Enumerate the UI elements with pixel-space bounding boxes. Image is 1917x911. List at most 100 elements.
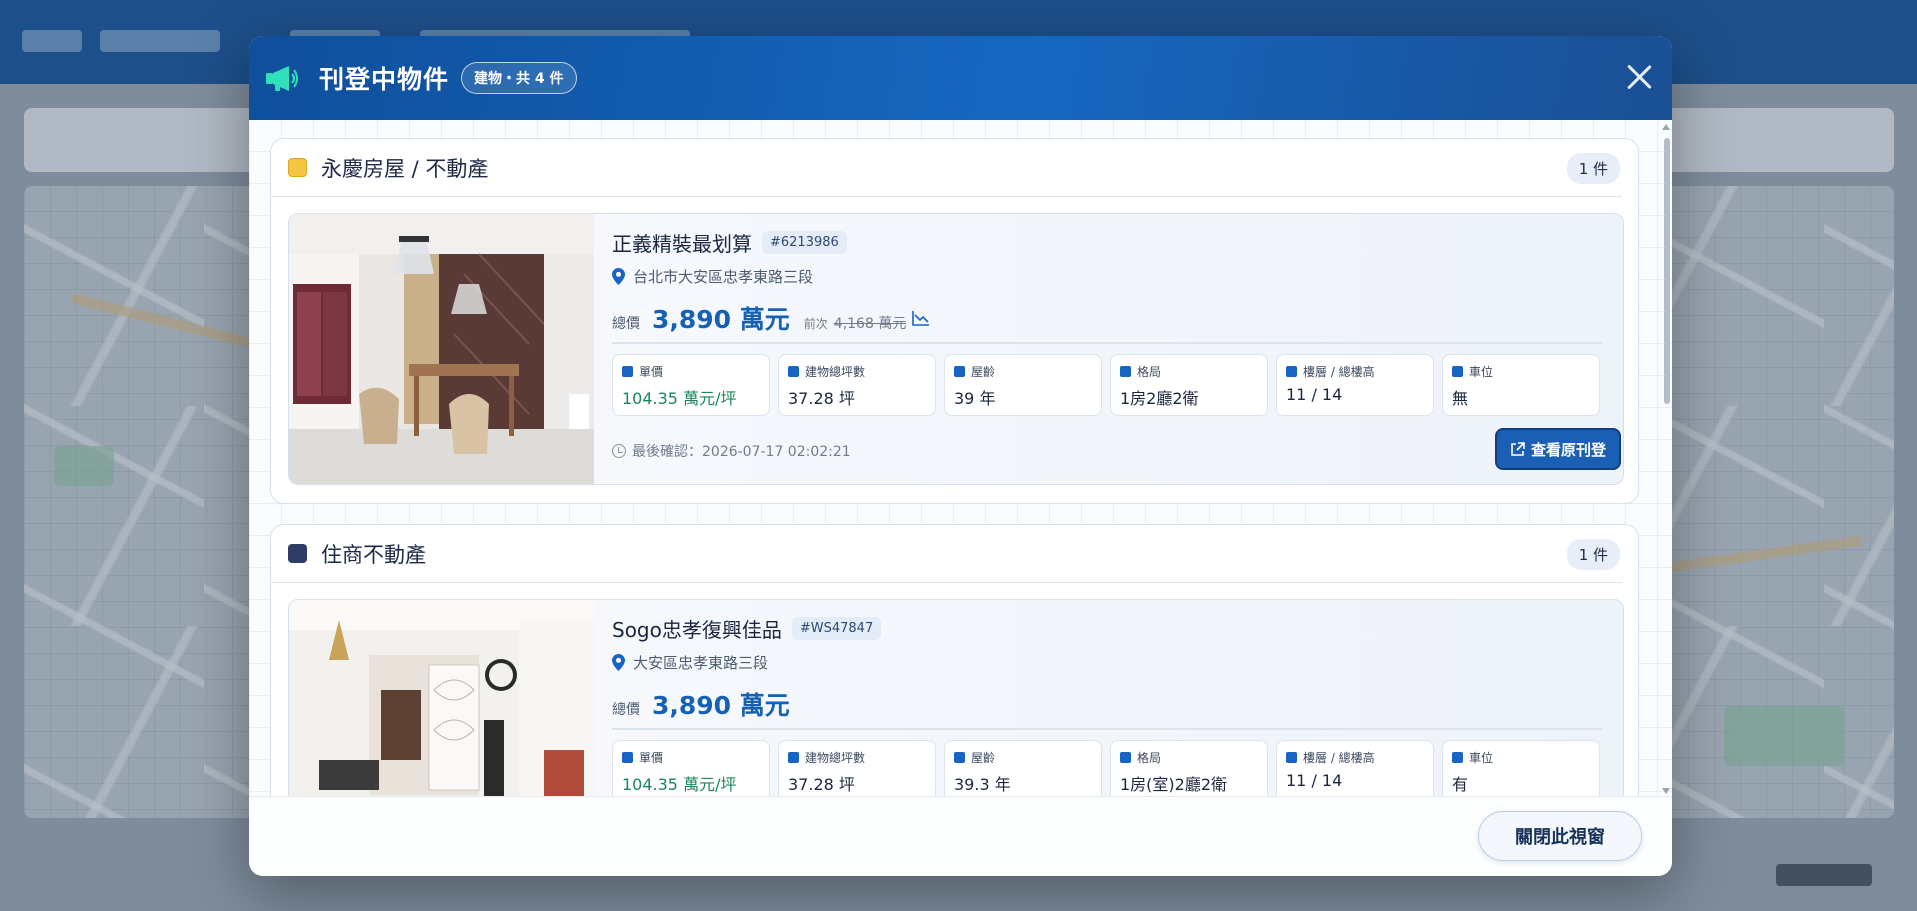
spec-value: 無 bbox=[1452, 389, 1469, 408]
total-price: 3,890 萬元 bbox=[652, 305, 790, 334]
listing-id-badge: #WS47847 bbox=[791, 617, 882, 640]
listing-title[interactable]: 正義精裝最划算 bbox=[612, 228, 752, 257]
spec-label: 車位 bbox=[1469, 750, 1494, 765]
last-confirmed: 最後確認：2026-07-17 02:02:21 bbox=[612, 441, 851, 461]
spec-grid: 單價 104.35 萬元/坪 建物總坪數 37.28 坪 屋齡 39.3 年 格… bbox=[612, 740, 1600, 796]
divider bbox=[612, 728, 1602, 730]
background-chip bbox=[1776, 864, 1872, 886]
listing-card[interactable]: 正義精裝最划算 #6213986 台北市大安區忠孝東路三段 總價 3,890 萬… bbox=[288, 213, 1624, 485]
spec-parking: 車位 有 bbox=[1442, 740, 1600, 796]
spec-value: 有 bbox=[1452, 775, 1469, 794]
group-header: 住商不動產 bbox=[271, 525, 1622, 583]
total-price: 3,890 萬元 bbox=[652, 691, 790, 720]
listing-photo[interactable] bbox=[289, 214, 594, 485]
price-label: 總價 bbox=[612, 316, 640, 332]
spec-layout: 格局 1房(室)2廳2衛 bbox=[1110, 740, 1268, 796]
group-name: 永慶房屋 / 不動產 bbox=[321, 156, 489, 181]
spec-unit-price: 單價 104.35 萬元/坪 bbox=[612, 740, 770, 796]
group-count-badge: 1 件 bbox=[1566, 539, 1620, 570]
view-original-listing-button[interactable]: 查看原刊登 bbox=[1495, 428, 1621, 470]
close-icon[interactable] bbox=[1624, 62, 1654, 92]
modal-body[interactable]: 永慶房屋 / 不動產 1 件 正義精裝最划算 #6213986 台北市大安區忠孝… bbox=[249, 120, 1672, 796]
location-pin-icon bbox=[612, 268, 625, 285]
spec-label: 車位 bbox=[1469, 364, 1494, 379]
external-link-icon bbox=[1511, 441, 1525, 456]
location-pin-icon bbox=[612, 654, 625, 671]
spec-value: 11 / 14 bbox=[1286, 385, 1343, 404]
grid-icon bbox=[1120, 365, 1131, 377]
spec-floor: 樓層 / 總樓高 11 / 14 bbox=[1276, 354, 1434, 416]
area-icon bbox=[788, 751, 799, 763]
group-name: 住商不動產 bbox=[321, 542, 426, 567]
layers-icon bbox=[1286, 365, 1297, 377]
hourglass-icon bbox=[954, 365, 965, 377]
total-count-badge: 建物・共 4 件 bbox=[461, 62, 577, 94]
grid-icon bbox=[1120, 751, 1131, 763]
spec-label: 屋齡 bbox=[971, 364, 996, 379]
group-count-badge: 1 件 bbox=[1566, 153, 1620, 184]
price-trend-down-icon bbox=[912, 311, 930, 326]
spec-label: 建物總坪數 bbox=[805, 364, 866, 379]
car-icon bbox=[1452, 751, 1463, 763]
spec-value: 39.3 年 bbox=[954, 775, 1011, 794]
group-color-swatch bbox=[288, 544, 307, 563]
spec-label: 屋齡 bbox=[971, 750, 996, 765]
agency-group: 住商不動產 1 件 Sogo忠孝復興佳品 #WS47847 大安區忠孝東路三段 … bbox=[270, 524, 1639, 796]
listing-address: 台北市大安區忠孝東路三段 bbox=[633, 268, 814, 286]
calculator-icon bbox=[622, 365, 633, 377]
spec-label: 單價 bbox=[639, 364, 664, 379]
spec-age: 屋齡 39.3 年 bbox=[944, 740, 1102, 796]
spec-building-area: 建物總坪數 37.28 坪 bbox=[778, 354, 936, 416]
scrollbar-thumb[interactable] bbox=[1664, 138, 1670, 404]
spec-value: 1房(室)2廳2衛 bbox=[1120, 775, 1228, 794]
spec-label: 樓層 / 總樓高 bbox=[1303, 364, 1375, 379]
listing-id-badge: #6213986 bbox=[762, 231, 847, 254]
spec-label: 建物總坪數 bbox=[805, 750, 866, 765]
megaphone-icon bbox=[266, 66, 298, 91]
modal-title: 刊登中物件 bbox=[319, 65, 450, 94]
calculator-icon bbox=[622, 751, 633, 763]
spec-label: 單價 bbox=[639, 750, 664, 765]
spec-unit-price: 單價 104.35 萬元/坪 bbox=[612, 354, 770, 416]
view-button-label: 查看原刊登 bbox=[1530, 440, 1606, 459]
scrollbar[interactable] bbox=[1660, 120, 1672, 796]
spec-value: 1房2廳2衛 bbox=[1120, 389, 1199, 408]
spec-age: 屋齡 39 年 bbox=[944, 354, 1102, 416]
last-confirmed-text: 最後確認：2026-07-17 02:02:21 bbox=[632, 444, 851, 460]
area-icon bbox=[788, 365, 799, 377]
listing-title[interactable]: Sogo忠孝復興佳品 bbox=[612, 614, 782, 643]
hourglass-icon bbox=[954, 751, 965, 763]
spec-value: 39 年 bbox=[954, 389, 996, 408]
price-label: 總價 bbox=[612, 702, 640, 718]
listings-modal: 刊登中物件 建物・共 4 件 永慶房屋 / 不動產 1 件 正義精裝最划算 #6… bbox=[249, 36, 1672, 876]
clock-icon bbox=[612, 444, 626, 458]
listing-photo[interactable] bbox=[289, 600, 594, 796]
listing-info: 正義精裝最划算 #6213986 台北市大安區忠孝東路三段 總價 3,890 萬… bbox=[612, 214, 1621, 484]
car-icon bbox=[1452, 365, 1463, 377]
spec-label: 格局 bbox=[1137, 750, 1162, 765]
agency-group: 永慶房屋 / 不動產 1 件 正義精裝最划算 #6213986 台北市大安區忠孝… bbox=[270, 138, 1639, 504]
previous-price-label: 前次 bbox=[803, 317, 828, 331]
spec-value: 104.35 萬元/坪 bbox=[622, 775, 737, 794]
spec-label: 格局 bbox=[1137, 364, 1162, 379]
listing-info: Sogo忠孝復興佳品 #WS47847 大安區忠孝東路三段 總價 3,890 萬… bbox=[612, 600, 1602, 796]
group-color-swatch bbox=[288, 158, 307, 177]
spec-value: 37.28 坪 bbox=[788, 775, 855, 794]
modal-header: 刊登中物件 建物・共 4 件 bbox=[249, 36, 1672, 120]
spec-value: 11 / 14 bbox=[1286, 771, 1343, 790]
layers-icon bbox=[1286, 751, 1297, 763]
scroll-up-arrow[interactable] bbox=[1662, 124, 1670, 130]
divider bbox=[612, 342, 1602, 344]
spec-building-area: 建物總坪數 37.28 坪 bbox=[778, 740, 936, 796]
modal-footer: 關閉此視窗 bbox=[249, 796, 1672, 876]
close-window-button[interactable]: 關閉此視窗 bbox=[1478, 811, 1642, 861]
spec-value: 37.28 坪 bbox=[788, 389, 855, 408]
listing-card[interactable]: Sogo忠孝復興佳品 #WS47847 大安區忠孝東路三段 總價 3,890 萬… bbox=[288, 599, 1624, 796]
listing-address: 大安區忠孝東路三段 bbox=[633, 654, 769, 672]
spec-layout: 格局 1房2廳2衛 bbox=[1110, 354, 1268, 416]
spec-floor: 樓層 / 總樓高 11 / 14 bbox=[1276, 740, 1434, 796]
previous-price: 4,168 萬元 bbox=[833, 316, 907, 332]
spec-label: 樓層 / 總樓高 bbox=[1303, 750, 1375, 765]
scroll-down-arrow[interactable] bbox=[1662, 788, 1670, 794]
spec-grid: 單價 104.35 萬元/坪 建物總坪數 37.28 坪 屋齡 39 年 格局 … bbox=[612, 354, 1600, 416]
